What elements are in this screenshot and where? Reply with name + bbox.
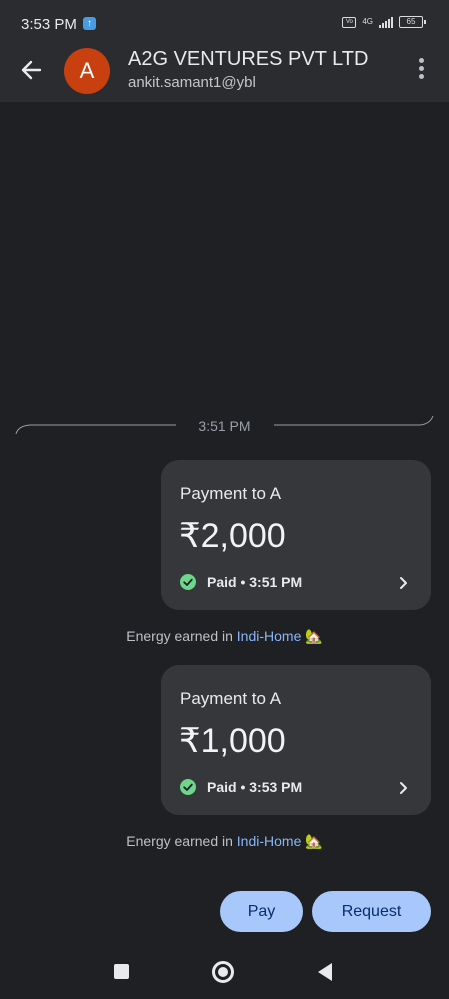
signal-icon [379,16,393,28]
divider-time: 3:51 PM [198,418,251,434]
time-divider: 3:51 PM [0,410,449,440]
energy-text: Energy earned in [126,628,237,644]
home-circle-icon[interactable] [212,961,234,983]
payment-title: Payment to A [180,484,282,503]
system-nav-bar [0,946,449,999]
payment-amount: ₹2,000 [179,517,286,555]
network-type: 4G [362,17,373,26]
payment-status: Paid • 3:53 PM [180,779,302,795]
contact-upi-id: ankit.samant1@ybl [128,74,256,91]
notification-app-icon: ↑ [83,17,96,30]
more-options-icon[interactable] [412,58,430,84]
check-circle-icon [180,779,196,795]
payment-status-text: Paid • 3:51 PM [207,574,303,590]
avatar[interactable]: A [64,48,110,94]
back-arrow-icon[interactable] [18,56,46,84]
status-time: 3:53 PM [21,16,77,33]
indi-home-link[interactable]: Indi-Home [237,628,302,644]
indi-home-link[interactable]: Indi-Home [237,833,302,849]
back-triangle-icon[interactable] [316,962,334,982]
battery-icon: 65 [399,16,426,28]
volte-icon: Vo [342,16,357,28]
house-emoji-icon: 🏡 [305,833,323,849]
check-circle-icon [180,574,196,590]
energy-earned-note: Energy earned in Indi-Home 🏡 [0,628,449,645]
energy-text: Energy earned in [126,833,237,849]
chevron-right-icon[interactable] [397,575,409,591]
payment-status-text: Paid • 3:53 PM [207,779,303,795]
house-emoji-icon: 🏡 [305,628,323,644]
chat-header: A A2G VENTURES PVT LTD ankit.samant1@ybl [0,48,449,102]
request-button[interactable]: Request [312,891,431,932]
payment-status: Paid • 3:51 PM [180,574,302,590]
pay-button[interactable]: Pay [220,891,303,932]
payment-card[interactable]: Payment to A ₹2,000 Paid • 3:51 PM [161,460,431,610]
contact-name[interactable]: A2G VENTURES PVT LTD [128,48,368,71]
chevron-right-icon[interactable] [397,780,409,796]
payment-card[interactable]: Payment to A ₹1,000 Paid • 3:53 PM [161,665,431,815]
status-indicators: Vo 4G 65 [342,16,426,28]
payment-amount: ₹1,000 [179,722,286,760]
status-bar: 3:53 PM ↑ Vo 4G 65 [0,0,449,48]
energy-earned-note: Energy earned in Indi-Home 🏡 [0,833,449,850]
recents-square-icon[interactable] [114,964,129,979]
payment-title: Payment to A [180,689,282,708]
